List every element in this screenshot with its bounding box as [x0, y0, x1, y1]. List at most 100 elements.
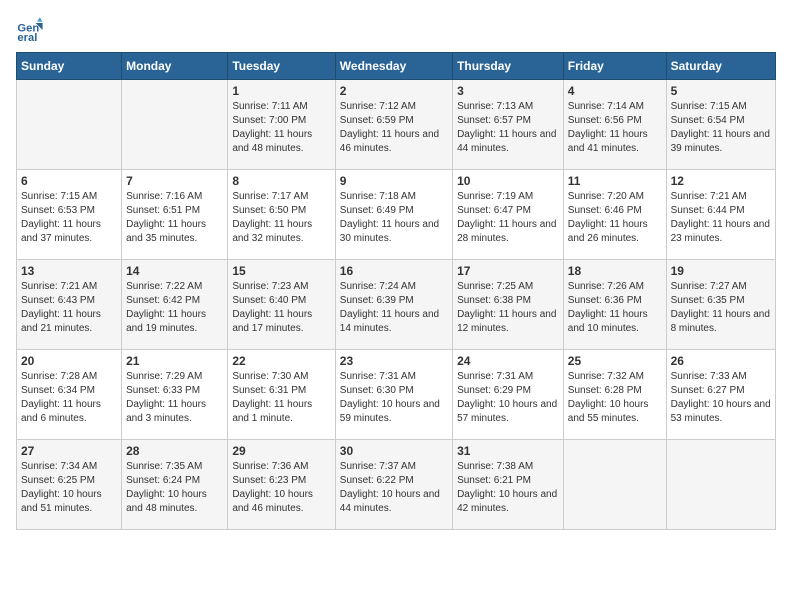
- day-info: Sunrise: 7:16 AMSunset: 6:51 PMDaylight:…: [126, 190, 223, 246]
- day-cell: 5 Sunrise: 7:15 AMSunset: 6:54 PMDaylight…: [666, 80, 775, 170]
- day-number: 15: [232, 264, 330, 278]
- day-cell: 6Sunrise: 7:15 AMSunset: 6:53 PMDaylight…: [17, 170, 122, 260]
- day-info: Sunrise: 7:27 AMSunset: 6:35 PMDaylight:…: [671, 280, 771, 336]
- day-cell: 28Sunrise: 7:35 AMSunset: 6:24 PMDayligh…: [122, 440, 228, 530]
- week-row-4: 20 Sunrise: 7:28 AMSunset: 6:34 PMDayligh…: [17, 350, 776, 440]
- day-cell: 1 Sunrise: 7:11 AMSunset: 7:00 PMDaylight…: [228, 80, 335, 170]
- day-number: 3: [457, 84, 559, 98]
- logo-icon: Gen eral: [16, 16, 44, 44]
- day-number: 7: [126, 174, 223, 188]
- day-cell: 25 Sunrise: 7:32 AMSunset: 6:28 PMDayligh…: [563, 350, 666, 440]
- day-number: 10: [457, 174, 559, 188]
- day-info: Sunrise: 7:14 AMSunset: 6:56 PMDaylight:…: [568, 100, 662, 156]
- day-info: Sunrise: 7:32 AMSunset: 6:28 PMDaylight:…: [568, 370, 662, 426]
- day-info: Sunrise: 7:22 AMSunset: 6:42 PMDaylight:…: [126, 280, 223, 336]
- day-cell: [122, 80, 228, 170]
- day-info: Sunrise: 7:24 AMSunset: 6:39 PMDaylight:…: [340, 280, 448, 336]
- day-cell: 10 Sunrise: 7:19 AMSunset: 6:47 PMDayligh…: [453, 170, 564, 260]
- header-row: SundayMondayTuesdayWednesdayThursdayFrid…: [17, 53, 776, 80]
- calendar-header: SundayMondayTuesdayWednesdayThursdayFrid…: [17, 53, 776, 80]
- day-info: Sunrise: 7:18 AMSunset: 6:49 PMDaylight:…: [340, 190, 448, 246]
- day-number: 11: [568, 174, 662, 188]
- day-number: 2: [340, 84, 448, 98]
- day-info: Sunrise: 7:19 AMSunset: 6:47 PMDaylight:…: [457, 190, 559, 246]
- day-number: 25: [568, 354, 662, 368]
- day-info: Sunrise: 7:31 AMSunset: 6:30 PMDaylight:…: [340, 370, 448, 426]
- day-info: Sunrise: 7:17 AMSunset: 6:50 PMDaylight:…: [232, 190, 330, 246]
- day-cell: 16 Sunrise: 7:24 AMSunset: 6:39 PMDayligh…: [335, 260, 452, 350]
- day-number: 21: [126, 354, 223, 368]
- day-cell: 21 Sunrise: 7:29 AMSunset: 6:33 PMDayligh…: [122, 350, 228, 440]
- day-cell: 2 Sunrise: 7:12 AMSunset: 6:59 PMDaylight…: [335, 80, 452, 170]
- day-cell: 9 Sunrise: 7:18 AMSunset: 6:49 PMDaylight…: [335, 170, 452, 260]
- day-number: 4: [568, 84, 662, 98]
- calendar-table: SundayMondayTuesdayWednesdayThursdayFrid…: [16, 52, 776, 530]
- day-info: Sunrise: 7:30 AMSunset: 6:31 PMDaylight:…: [232, 370, 330, 426]
- svg-text:eral: eral: [17, 32, 37, 44]
- day-number: 30: [340, 444, 448, 458]
- header-cell-friday: Friday: [563, 53, 666, 80]
- day-cell: 17 Sunrise: 7:25 AMSunset: 6:38 PMDayligh…: [453, 260, 564, 350]
- day-info: Sunrise: 7:29 AMSunset: 6:33 PMDaylight:…: [126, 370, 223, 426]
- day-cell: 8 Sunrise: 7:17 AMSunset: 6:50 PMDaylight…: [228, 170, 335, 260]
- day-number: 19: [671, 264, 771, 278]
- day-info: Sunrise: 7:35 AMSunset: 6:24 PMDaylight:…: [126, 460, 223, 516]
- week-row-5: 27 Sunrise: 7:34 AMSunset: 6:25 PMDayligh…: [17, 440, 776, 530]
- day-info: Sunrise: 7:12 AMSunset: 6:59 PMDaylight:…: [340, 100, 448, 156]
- day-cell: 12 Sunrise: 7:21 AMSunset: 6:44 PMDayligh…: [666, 170, 775, 260]
- day-number: 1: [232, 84, 330, 98]
- week-row-3: 13 Sunrise: 7:21 AMSunset: 6:43 PMDayligh…: [17, 260, 776, 350]
- day-number: 22: [232, 354, 330, 368]
- day-cell: 20 Sunrise: 7:28 AMSunset: 6:34 PMDayligh…: [17, 350, 122, 440]
- day-number: 26: [671, 354, 771, 368]
- day-info: Sunrise: 7:28 AMSunset: 6:34 PMDaylight:…: [21, 370, 117, 426]
- day-number: 13: [21, 264, 117, 278]
- day-number: 12: [671, 174, 771, 188]
- day-info: Sunrise: 7:11 AMSunset: 7:00 PMDaylight:…: [232, 100, 330, 156]
- day-number: 31: [457, 444, 559, 458]
- day-info: Sunrise: 7:21 AMSunset: 6:44 PMDaylight:…: [671, 190, 771, 246]
- day-info: Sunrise: 7:38 AMSunset: 6:21 PMDaylight:…: [457, 460, 559, 516]
- day-number: 20: [21, 354, 117, 368]
- day-cell: 4 Sunrise: 7:14 AMSunset: 6:56 PMDaylight…: [563, 80, 666, 170]
- page-header: Gen eral: [16, 16, 776, 44]
- day-number: 8: [232, 174, 330, 188]
- day-info: Sunrise: 7:36 AMSunset: 6:23 PMDaylight:…: [232, 460, 330, 516]
- day-cell: 30Sunrise: 7:37 AMSunset: 6:22 PMDayligh…: [335, 440, 452, 530]
- week-row-2: 6Sunrise: 7:15 AMSunset: 6:53 PMDaylight…: [17, 170, 776, 260]
- day-cell: 15 Sunrise: 7:23 AMSunset: 6:40 PMDayligh…: [228, 260, 335, 350]
- day-cell: 22 Sunrise: 7:30 AMSunset: 6:31 PMDayligh…: [228, 350, 335, 440]
- day-info: Sunrise: 7:21 AMSunset: 6:43 PMDaylight:…: [21, 280, 117, 336]
- day-info: Sunrise: 7:20 AMSunset: 6:46 PMDaylight:…: [568, 190, 662, 246]
- day-cell: 31 Sunrise: 7:38 AMSunset: 6:21 PMDayligh…: [453, 440, 564, 530]
- day-cell: 7 Sunrise: 7:16 AMSunset: 6:51 PMDaylight…: [122, 170, 228, 260]
- day-cell: [563, 440, 666, 530]
- day-cell: 13 Sunrise: 7:21 AMSunset: 6:43 PMDayligh…: [17, 260, 122, 350]
- day-cell: 24Sunrise: 7:31 AMSunset: 6:29 PMDayligh…: [453, 350, 564, 440]
- day-info: Sunrise: 7:15 AMSunset: 6:53 PMDaylight:…: [21, 190, 117, 246]
- day-info: Sunrise: 7:34 AMSunset: 6:25 PMDaylight:…: [21, 460, 117, 516]
- day-number: 9: [340, 174, 448, 188]
- day-number: 18: [568, 264, 662, 278]
- header-cell-saturday: Saturday: [666, 53, 775, 80]
- day-number: 5: [671, 84, 771, 98]
- header-cell-monday: Monday: [122, 53, 228, 80]
- day-info: Sunrise: 7:13 AMSunset: 6:57 PMDaylight:…: [457, 100, 559, 156]
- day-cell: 3 Sunrise: 7:13 AMSunset: 6:57 PMDaylight…: [453, 80, 564, 170]
- week-row-1: 1 Sunrise: 7:11 AMSunset: 7:00 PMDaylight…: [17, 80, 776, 170]
- day-cell: [17, 80, 122, 170]
- day-info: Sunrise: 7:31 AMSunset: 6:29 PMDaylight:…: [457, 370, 559, 426]
- day-number: 16: [340, 264, 448, 278]
- day-number: 27: [21, 444, 117, 458]
- calendar-body: 1 Sunrise: 7:11 AMSunset: 7:00 PMDaylight…: [17, 80, 776, 530]
- day-cell: [666, 440, 775, 530]
- header-cell-tuesday: Tuesday: [228, 53, 335, 80]
- day-number: 14: [126, 264, 223, 278]
- day-number: 17: [457, 264, 559, 278]
- day-info: Sunrise: 7:15 AMSunset: 6:54 PMDaylight:…: [671, 100, 771, 156]
- day-cell: 11 Sunrise: 7:20 AMSunset: 6:46 PMDayligh…: [563, 170, 666, 260]
- logo: Gen eral: [16, 16, 48, 44]
- day-info: Sunrise: 7:23 AMSunset: 6:40 PMDaylight:…: [232, 280, 330, 336]
- header-cell-thursday: Thursday: [453, 53, 564, 80]
- day-info: Sunrise: 7:25 AMSunset: 6:38 PMDaylight:…: [457, 280, 559, 336]
